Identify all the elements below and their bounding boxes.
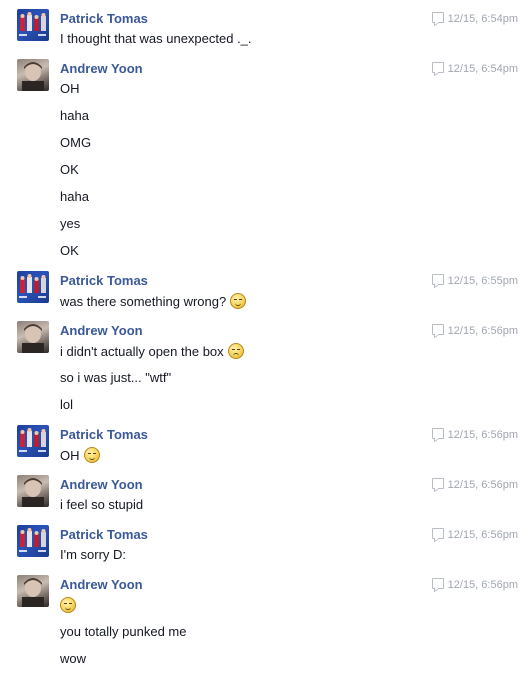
sender-name[interactable]: Patrick Tomas [60,273,148,288]
avatar[interactable] [17,525,49,557]
message-timestamp: 12/15, 6:56pm [431,324,518,337]
avatar[interactable] [17,575,49,607]
frown-emoji-icon [227,343,244,359]
squint-smile-emoji-icon [230,293,247,309]
message-line-text: haha [60,108,89,123]
message-line-text: I thought that was unexpected ._. [60,31,252,46]
avatar[interactable] [17,475,49,507]
message-timestamp: 12/15, 6:56pm [431,528,518,541]
timestamp-text: 12/15, 6:56pm [447,479,518,491]
message-text [60,597,76,613]
message-text: i feel so stupid [60,497,143,512]
message-line-text: yes [60,216,81,231]
chat-bubble-icon [431,274,444,285]
message-line-text: was there something wrong? [60,294,227,309]
message-text: OMG [60,135,91,150]
sender-name[interactable]: Andrew Yoon [60,323,143,338]
sender-name[interactable]: Patrick Tomas [60,527,148,542]
message-group: Patrick Tomas 12/15, 6:55pm was there some… [0,271,530,320]
squint-smile-emoji-icon [83,447,100,463]
message-line-text: OK [60,243,79,258]
message-line-text: haha [60,189,89,204]
message-text: OK [60,162,79,177]
message-group: Andrew Yoon 12/15, 6:54pm OH haha OMG OK haha y… [0,59,530,270]
message-timestamp: 12/15, 6:55pm [431,274,518,287]
avatar[interactable] [17,321,49,353]
chat-bubble-icon [431,428,444,439]
timestamp-text: 12/15, 6:56pm [447,325,518,337]
timestamp-text: 12/15, 6:56pm [447,529,518,541]
avatar[interactable] [17,9,49,41]
message-line-text: you totally punked me [60,624,187,639]
sender-name[interactable]: Andrew Yoon [60,61,143,76]
message-text: haha [60,108,89,123]
avatar[interactable] [17,271,49,303]
chat-bubble-icon [431,478,444,489]
message-text: was there something wrong? [60,293,247,309]
message-line-text: OH [60,448,80,463]
message-timestamp: 12/15, 6:54pm [431,62,518,75]
message-timestamp: 12/15, 6:54pm [431,12,518,25]
timestamp-text: 12/15, 6:56pm [447,429,518,441]
timestamp-text: 12/15, 6:56pm [447,579,518,591]
message-line-text: i feel so stupid [60,497,144,512]
message-text: haha [60,189,89,204]
message-group: Andrew Yoon 12/15, 6:56pm you totally punk… [0,575,530,678]
message-group: Patrick Tomas 12/15, 6:56pm I'm sorry D: [0,525,530,574]
chat-bubble-icon [431,12,444,23]
chat-bubble-icon [431,528,444,539]
message-text: i didn't actually open the box [60,343,244,359]
message-line-text: I'm sorry D: [60,547,127,562]
sender-name[interactable]: Patrick Tomas [60,427,148,442]
message-line-text: i didn't actually open the box [60,344,224,359]
sender-name[interactable]: Andrew Yoon [60,577,143,592]
message-timestamp: 12/15, 6:56pm [431,578,518,591]
message-text: so i was just... "wtf" [60,370,171,385]
timestamp-text: 12/15, 6:55pm [447,275,518,287]
message-line-text: OK [60,162,79,177]
timestamp-text: 12/15, 6:54pm [447,13,518,25]
unamused-emoji-icon [60,597,76,613]
timestamp-text: 12/15, 6:54pm [447,63,518,75]
message-text: OH [60,81,80,96]
message-line-text: lol [60,397,74,412]
sender-name[interactable]: Andrew Yoon [60,477,143,492]
message-line-text: wow [60,651,87,666]
avatar[interactable] [17,425,49,457]
message-group: Patrick Tomas 12/15, 6:54pm I thought that… [0,9,530,58]
message-group: Andrew Yoon 12/15, 6:56pm i didn't actuall… [0,321,530,424]
sender-name[interactable]: Patrick Tomas [60,11,148,26]
chat-bubble-icon [431,62,444,73]
chat-bubble-icon [431,578,444,589]
message-text: OH [60,447,100,463]
avatar[interactable] [17,59,49,91]
message-text: wow [60,651,86,666]
message-group: Andrew Yoon 12/15, 6:56pm i feel so stupid [0,475,530,524]
message-group: Patrick Tomas 12/15, 6:56pm OH [0,425,530,474]
chat-bubble-icon [431,324,444,335]
message-line-text: so i was just... "wtf" [60,370,172,385]
message-text: lol [60,397,73,412]
message-timestamp: 12/15, 6:56pm [431,428,518,441]
message-text: I'm sorry D: [60,547,126,562]
message-text: you totally punked me [60,624,186,639]
message-line-text: OMG [60,135,92,150]
message-text: I thought that was unexpected ._. [60,31,252,46]
message-timestamp: 12/15, 6:56pm [431,478,518,491]
message-line-text: OH [60,81,80,96]
message-text: yes [60,216,80,231]
message-text: OK [60,243,79,258]
